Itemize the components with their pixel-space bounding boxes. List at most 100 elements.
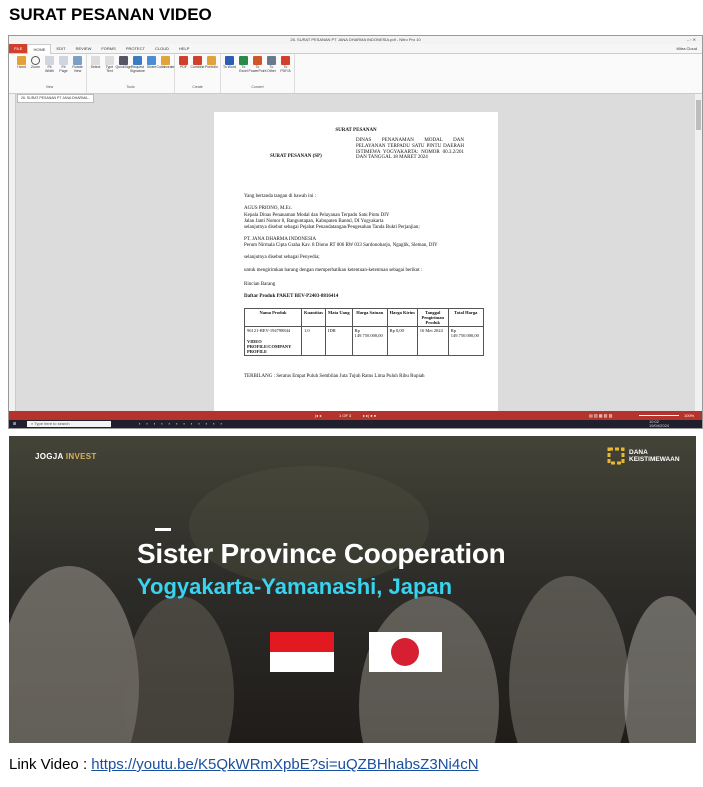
vendor-name: PT. JANA DHARMA INDONESIA bbox=[244, 237, 317, 242]
combine-button[interactable]: Combine bbox=[191, 54, 205, 85]
vendor-address: Perum Nirmala Cipta Graha Kav. 8 Diono R… bbox=[244, 243, 438, 248]
to-other-button[interactable]: To Other bbox=[265, 54, 278, 85]
sp-value: DINAS PENANAMAN MODAL DAN PELAYANAN TERP… bbox=[356, 138, 464, 161]
ribbon-group-convert: To Word To Excel To PowerPoint To Other … bbox=[221, 54, 295, 93]
portfolio-button[interactable]: Portfolio bbox=[205, 54, 218, 85]
windows-start-icon[interactable]: ⊞ bbox=[13, 420, 16, 428]
col-header: Nama Produk bbox=[244, 308, 302, 327]
vertical-scrollbar[interactable] bbox=[695, 94, 702, 411]
ribbon-group-label: Convert bbox=[251, 85, 264, 89]
tab-help[interactable]: HELP bbox=[174, 44, 194, 53]
shipping-cell: Rp 0,00 bbox=[386, 326, 418, 356]
left-panel-bar[interactable] bbox=[9, 94, 16, 411]
signer-role: Kepala Dinas Penanaman Modal dan Pelayan… bbox=[244, 213, 390, 218]
rotate-view-button[interactable]: Rotate View bbox=[71, 54, 84, 85]
tab-home[interactable]: HOME bbox=[27, 43, 52, 54]
product-table: Nama Produk Kuantitas Mata Uang Harga Sa… bbox=[244, 308, 484, 356]
product-list-title: Daftar Produk PAKET BEV-P2403-8816414 bbox=[244, 294, 339, 299]
table-header-row: Nama Produk Kuantitas Mata Uang Harga Sa… bbox=[244, 308, 484, 327]
type-text-button[interactable]: Type Text bbox=[103, 54, 116, 85]
share-button[interactable]: Share bbox=[145, 54, 158, 85]
video-link[interactable]: https://youtu.be/K5QkWRmXpbE?si=uQZBHhab… bbox=[91, 756, 478, 773]
video-subtitle: Yogyakarta-Yamanashi, Japan bbox=[137, 574, 453, 599]
qty-cell: 1.0 bbox=[300, 326, 327, 356]
signer-name: AGUS PRIONO, M.Ec. bbox=[244, 206, 293, 211]
ribbon-group-create: PDF Combine Portfolio Create bbox=[175, 54, 221, 93]
order-note: untuk mengirimkan barang dengan memperha… bbox=[244, 268, 423, 273]
combine-icon bbox=[193, 56, 202, 65]
rincian-label: Rincian Barang bbox=[244, 282, 276, 287]
video-thumbnail: JOGJA INVEST DANA KEISTIMEWAAN Sister Pro… bbox=[9, 436, 696, 743]
link-label: Link Video : bbox=[9, 756, 92, 773]
collaborate-icon bbox=[161, 56, 170, 65]
ribbon-group-label: Create bbox=[192, 85, 203, 89]
dana-keistimewaan-logo: DANA KEISTIMEWAAN bbox=[607, 447, 680, 465]
fit-page-icon bbox=[59, 56, 68, 65]
taskbar-app-icons[interactable]: ▪▪▪▪▪▪▪▪▪▪▪▪ bbox=[139, 420, 228, 428]
currency-cell: IDR bbox=[325, 326, 353, 356]
video-link-line: Link Video : https://youtu.be/K5QkWRmXpb… bbox=[9, 756, 479, 773]
status-bar: |◂ ◂ 1 OF 3 ▸ ▸| ● ● ▤ ▥ ▦ ▧ ▨ 100% bbox=[9, 411, 702, 420]
col-header: Kuantitas bbox=[300, 308, 327, 327]
signature-icon bbox=[133, 56, 142, 65]
pdf-button[interactable]: PDF bbox=[177, 54, 190, 85]
vendor-note: selanjutnya disebut sebagai Penyedia; bbox=[244, 255, 320, 260]
taskbar-search[interactable]: ⌕ Type here to search bbox=[27, 421, 111, 427]
japan-flag bbox=[369, 632, 442, 672]
to-powerpoint-button[interactable]: To PowerPoint bbox=[249, 54, 266, 85]
page-indicator[interactable]: 1 OF 3 bbox=[339, 411, 351, 420]
page-nav-next[interactable]: ▸ ▸| ● ● bbox=[363, 411, 376, 420]
scrollbar-thumb[interactable] bbox=[696, 100, 701, 130]
zoom-slider[interactable] bbox=[639, 415, 679, 416]
select-button[interactable]: Select bbox=[89, 54, 102, 85]
tab-protect[interactable]: PROTECT bbox=[121, 44, 150, 53]
tab-cloud[interactable]: CLOUD bbox=[150, 44, 174, 53]
ribbon-group-label: Tools bbox=[126, 85, 135, 89]
product-name: VIDEO PROFILE/COMPANY PROFILE bbox=[247, 339, 292, 354]
video-title: Sister Province Cooperation bbox=[137, 538, 506, 569]
quicksign-button[interactable]: QuickSign bbox=[116, 54, 131, 85]
magnifier-icon bbox=[31, 56, 40, 65]
terbilang-text: TERBILANG : Seratus Empat Puluh Sembilan… bbox=[244, 374, 425, 379]
unit-price-cell: Rp 149.750.000,00 bbox=[351, 326, 388, 356]
pdf-page: SURAT PESANAN SURAT PESANAN (SP) DINAS P… bbox=[214, 112, 498, 411]
page-heading: SURAT PESANAN VIDEO bbox=[9, 5, 212, 24]
tab-review[interactable]: REVIEW bbox=[71, 44, 97, 53]
user-account[interactable]: Mitra Cloud bbox=[672, 44, 702, 53]
to-pdfa-button[interactable]: To PDF/A bbox=[279, 54, 292, 85]
pen-icon bbox=[119, 56, 128, 65]
window-controls[interactable]: – ▫ ✕ bbox=[687, 37, 696, 42]
collaborate-button[interactable]: Collaborate bbox=[157, 54, 174, 85]
to-word-button[interactable]: To Word bbox=[223, 54, 236, 85]
cursor-icon bbox=[91, 56, 100, 65]
portfolio-icon bbox=[207, 56, 216, 65]
page-nav-prev[interactable]: |◂ ◂ bbox=[315, 411, 321, 420]
col-header: Harga Kirim bbox=[386, 308, 418, 327]
dana-keistimewaan-emblem-icon bbox=[607, 447, 625, 465]
request-signature-button[interactable]: Request Signature bbox=[130, 54, 145, 85]
zoom-level: 100% bbox=[684, 413, 695, 418]
view-mode-buttons[interactable]: ▤ ▥ ▦ ▧ ▨ bbox=[589, 411, 612, 420]
other-format-icon bbox=[267, 56, 276, 65]
tab-edit[interactable]: EDIT bbox=[51, 44, 70, 53]
fit-page-button[interactable]: Fit Page bbox=[57, 54, 70, 85]
text-icon bbox=[105, 56, 114, 65]
date-cell: 16 Mei 2024 bbox=[416, 326, 449, 356]
fit-width-button[interactable]: Fit Width bbox=[43, 54, 56, 85]
signer-address: Jalan Janti Nomor 8, Banguntapan, Kabupa… bbox=[244, 219, 384, 224]
rotate-icon bbox=[73, 56, 82, 65]
excel-icon bbox=[239, 56, 248, 65]
jogja-invest-logo: JOGJA INVEST bbox=[35, 452, 97, 461]
hand-button[interactable]: Hand bbox=[15, 54, 28, 85]
window-title: 26. SURAT PESANAN PT JANA DHARMA INDONES… bbox=[290, 37, 421, 42]
ribbon-group-tools: Select Type Text QuickSign Request Signa… bbox=[87, 54, 175, 93]
cloud-icon bbox=[147, 56, 156, 65]
tab-forms[interactable]: FORMS bbox=[96, 44, 120, 53]
windows-taskbar: ⊞ ⌕ Type here to search ▪▪▪▪▪▪▪▪▪▪▪▪ 10:… bbox=[9, 420, 702, 428]
document-tab[interactable]: 26. SURAT PESANAN PT JANA DHARMA... bbox=[17, 94, 95, 103]
tab-file[interactable]: FILE bbox=[9, 44, 28, 53]
ribbon-tabs: FILE HOME EDIT REVIEW FORMS PROTECT CLOU… bbox=[9, 43, 702, 54]
fit-width-icon bbox=[45, 56, 54, 65]
product-cell: 96121-BEV-194798844 VIDEO PROFILE/COMPANY… bbox=[244, 326, 302, 356]
zoom-button[interactable]: Zoom bbox=[29, 54, 42, 85]
